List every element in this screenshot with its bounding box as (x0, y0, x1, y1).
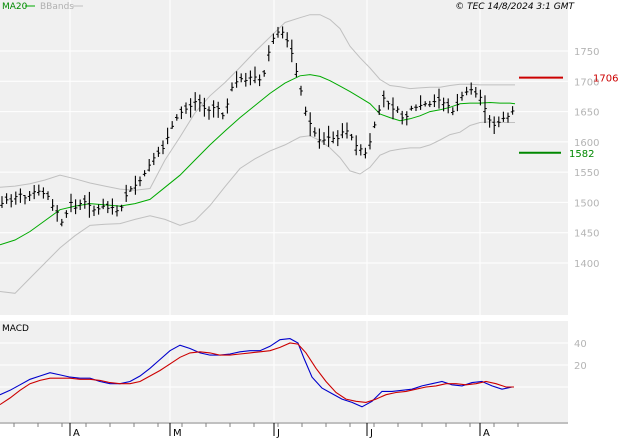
legend-ma20: MA20 (2, 2, 28, 12)
price-tick-label: 1650 (574, 108, 599, 119)
macd-tick-label: 40 (574, 339, 587, 350)
price-tick-label: 1750 (574, 47, 599, 58)
x-month-label: A (483, 428, 490, 439)
resistance-label: 1706 (593, 74, 618, 85)
x-month-label: A (73, 428, 80, 439)
macd-tick-label: 20 (574, 361, 587, 372)
price-tick-label: 1400 (574, 259, 599, 270)
stock-chart: 14001450150015501600165017001750 1706158… (0, 0, 627, 440)
x-month-label: J (369, 428, 373, 439)
support-label: 1582 (569, 149, 594, 160)
x-month-label: J (276, 428, 280, 439)
price-tick-label: 1500 (574, 198, 599, 209)
price-plot-area (0, 0, 568, 315)
copyright-timestamp: © TEC 14/8/2024 3:1 GMT (455, 2, 575, 12)
price-tick-label: 1550 (574, 168, 599, 179)
x-month-label: M (173, 428, 182, 439)
macd-title: MACD (2, 324, 29, 334)
price-tick-label: 1450 (574, 229, 599, 240)
price-tick-label: 1600 (574, 138, 599, 149)
macd-plot-area (0, 321, 568, 422)
legend-bbands: BBands (40, 2, 74, 12)
